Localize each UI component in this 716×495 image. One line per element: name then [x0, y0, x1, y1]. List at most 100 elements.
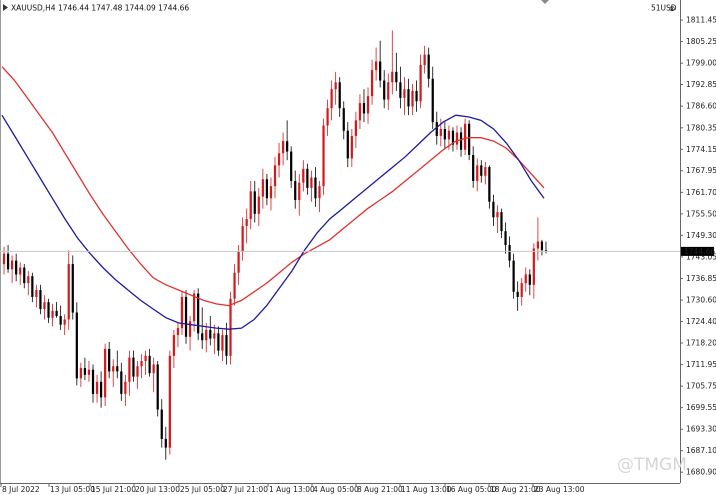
candle-body-bear: [395, 71, 398, 83]
symbol-menu-triangle-icon[interactable]: [3, 4, 8, 11]
candle: [411, 83, 414, 116]
candle: [201, 307, 204, 349]
y-tick-label: 1755.50: [686, 209, 716, 218]
candle-body-bear: [407, 89, 410, 107]
x-tick-label: 20 Jul 13:00: [135, 485, 180, 494]
candle-body-bull: [261, 179, 264, 197]
candle: [176, 322, 180, 348]
candle-body-bear: [31, 276, 34, 297]
candle-body-bear: [528, 274, 531, 285]
candle: [209, 316, 212, 346]
candle-body-bear: [415, 90, 418, 102]
candle-body-bear: [197, 293, 200, 334]
candle: [472, 146, 475, 188]
y-tick-label: 1724.40: [686, 317, 716, 326]
candle-body-bear: [540, 241, 544, 251]
y-tick-label: 1705.75: [686, 382, 716, 391]
candle-body-bear: [156, 364, 159, 410]
candle: [79, 362, 82, 388]
candle-body-bear: [253, 191, 256, 214]
candle: [39, 284, 42, 315]
candle-body-bear: [91, 369, 95, 394]
candle: [15, 253, 18, 282]
candle-body-bull: [188, 321, 192, 337]
candle-body-bull: [192, 293, 196, 322]
candle: [362, 89, 366, 123]
candle-body-bull: [277, 153, 281, 166]
candle-body-bear: [108, 348, 111, 372]
candle: [213, 324, 216, 355]
candle: [346, 122, 349, 168]
candle: [374, 47, 378, 81]
candle-body-bull: [391, 71, 394, 83]
candle: [492, 194, 495, 226]
candle: [310, 170, 313, 202]
candle: [51, 303, 54, 327]
candle: [217, 326, 220, 356]
candle: [488, 165, 491, 209]
candle-body-bull: [350, 135, 353, 159]
candle: [395, 52, 398, 91]
candle: [459, 127, 463, 157]
candle: [451, 127, 455, 152]
candle-body-bull: [205, 329, 208, 341]
candle-body-bull: [318, 186, 321, 199]
candle: [277, 142, 281, 178]
x-tick-label: 23 Aug 13:00: [534, 485, 585, 494]
candle-body-bear: [290, 151, 293, 181]
candle: [55, 302, 58, 318]
candlestick-chart[interactable]: XAUUSD,H4 1746.44 1747.48 1744.09 1744.6…: [0, 0, 716, 495]
y-tick-label: 1811.45: [686, 16, 716, 25]
candle-body-bull: [229, 298, 232, 356]
candle: [294, 170, 297, 209]
candle-body-bull: [269, 186, 273, 199]
x-tick-label: 27 Jul 21:00: [223, 485, 268, 494]
candle: [233, 264, 236, 306]
candle: [160, 399, 163, 448]
y-tick-label: 1711.95: [686, 360, 716, 369]
candle-body-bull: [423, 54, 426, 65]
candle-body-bull: [411, 90, 414, 107]
candle: [128, 350, 131, 396]
candle: [75, 302, 78, 386]
candle-body-bull: [63, 319, 66, 325]
candle-body-bull: [524, 274, 527, 284]
candle: [366, 87, 370, 124]
candle-body-bull: [387, 82, 390, 100]
candle: [156, 361, 159, 417]
candle-body-bull: [326, 108, 329, 126]
candle: [419, 54, 422, 109]
candle: [23, 264, 26, 289]
candle: [512, 253, 515, 299]
y-tick-label: 1792.85: [686, 80, 716, 89]
candle: [484, 161, 487, 185]
y-tick-label: 1693.30: [686, 425, 716, 434]
candle: [59, 305, 62, 330]
candle-body-bear: [160, 409, 163, 439]
candle-body-bull: [172, 335, 176, 356]
candle: [524, 267, 527, 292]
x-tick-label: 13 Jul 05:00: [50, 485, 95, 494]
candle-body-bull: [168, 355, 171, 448]
candle-body-bull: [366, 96, 370, 114]
candle-body-bull: [330, 89, 333, 109]
candle: [500, 208, 503, 239]
y-tick-label: 1767.95: [686, 166, 716, 175]
candle: [116, 350, 119, 379]
candle: [31, 272, 34, 303]
candle-body-bull: [370, 70, 374, 97]
candle: [281, 132, 285, 166]
candle: [520, 277, 523, 306]
y-tick-label: 1780.35: [686, 123, 716, 132]
candle: [427, 47, 430, 88]
candle: [249, 180, 252, 230]
close-indicator-icon[interactable]: ⊗: [669, 4, 675, 13]
candles: [2, 30, 548, 460]
candle: [269, 177, 273, 211]
candle: [306, 163, 309, 195]
chart-window[interactable]: XAUUSD,H4 1746.44 1747.48 1744.09 1744.6…: [0, 0, 716, 495]
candle: [326, 99, 329, 136]
candle-body-bull: [520, 283, 523, 297]
chart-shift-triangle-icon[interactable]: [541, 0, 549, 4]
candle: [63, 314, 66, 336]
